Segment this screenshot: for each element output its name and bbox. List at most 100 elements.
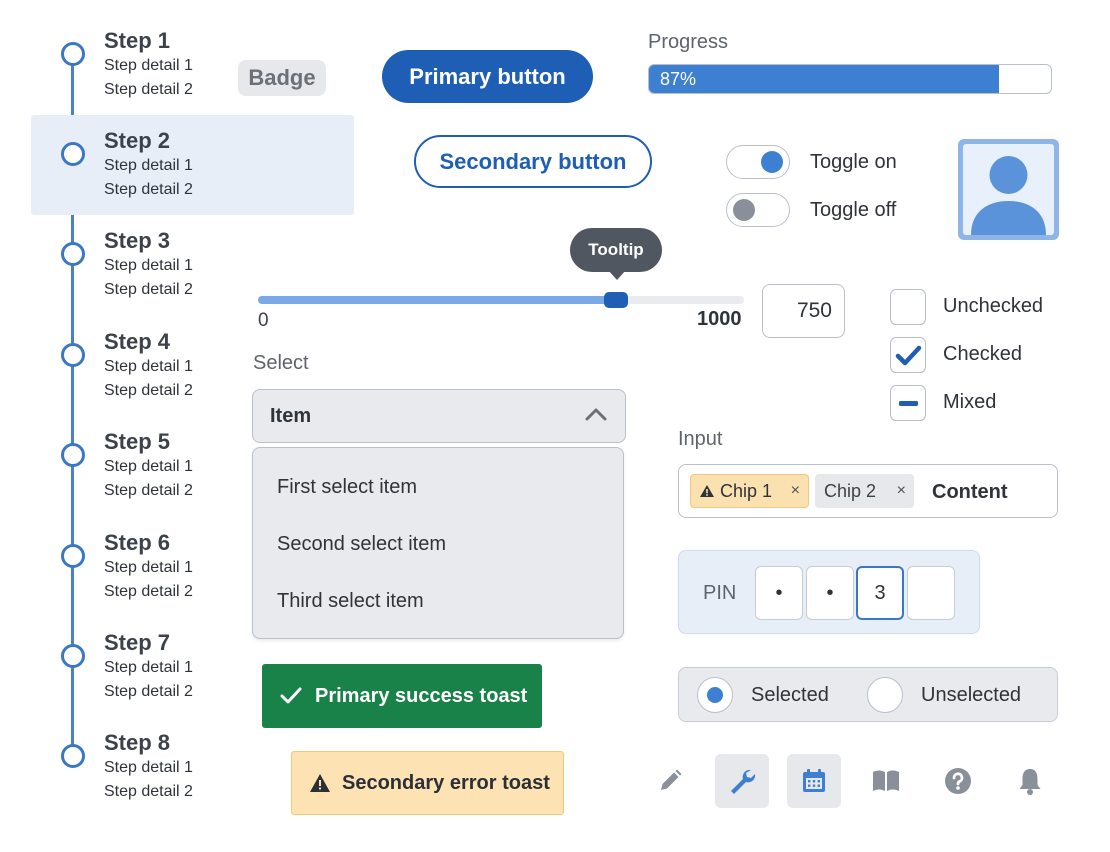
toggle-knob (733, 199, 755, 221)
close-icon[interactable]: × (897, 482, 906, 500)
select-option[interactable]: Second select item (277, 533, 446, 556)
slider-max-label: 1000 (697, 308, 742, 330)
check-icon (280, 687, 302, 704)
step-4-marker (61, 343, 85, 367)
slider-track[interactable] (258, 296, 744, 304)
pin-cell-focused[interactable]: 3 (856, 566, 904, 620)
step-detail: Step detail 1 (104, 458, 193, 475)
success-toast[interactable]: Primary success toast (262, 664, 542, 728)
step-1-marker (61, 42, 85, 66)
step-6-marker (61, 544, 85, 568)
avatar[interactable] (958, 139, 1059, 240)
checkbox-mixed-label: Mixed (943, 391, 997, 413)
select-option[interactable]: Third select item (277, 590, 424, 613)
chevron-up-icon (585, 408, 607, 421)
step-detail: Step detail 1 (104, 157, 193, 174)
step-detail: Step detail 2 (104, 382, 193, 399)
step-8-marker (61, 744, 85, 768)
slider-fill (258, 296, 623, 304)
step-title: Step 6 (104, 530, 171, 555)
step-detail: Step detail 2 (104, 583, 193, 600)
calendar-icon[interactable] (787, 754, 841, 808)
slider-min-label: 0 (258, 310, 269, 331)
step-detail: Step detail 2 (104, 281, 193, 298)
select-value: Item (270, 405, 312, 427)
help-icon[interactable] (931, 754, 985, 808)
tooltip-arrow (608, 270, 626, 280)
pin-cell[interactable] (907, 566, 955, 620)
toggle-off-label: Toggle off (810, 199, 897, 221)
step-detail: Step detail 1 (104, 759, 193, 776)
progress-value: 87% (660, 69, 697, 89)
step-detail: Step detail 1 (104, 358, 193, 375)
chip-label: Chip 1 (720, 480, 773, 501)
wrench-icon[interactable] (715, 754, 769, 808)
badge: Badge (238, 60, 326, 96)
toggle-off-switch[interactable] (726, 193, 790, 227)
step-title: Step 3 (104, 228, 171, 253)
step-detail: Step detail 1 (104, 659, 193, 676)
chip-2[interactable]: Chip 2 × (815, 474, 914, 508)
slider-value-input[interactable]: 750 (762, 284, 845, 338)
pin-cell[interactable]: • (755, 566, 803, 620)
select-option[interactable]: First select item (277, 476, 417, 499)
radio-dot (707, 687, 723, 703)
step-title: Step 4 (104, 329, 171, 354)
step-detail: Step detail 2 (104, 81, 193, 98)
radio-selected[interactable] (697, 677, 733, 713)
progress-fill (649, 65, 999, 93)
progress-label: Progress (648, 31, 729, 53)
pencil-icon[interactable] (643, 754, 697, 808)
chip-1[interactable]: Chip 1 × (690, 474, 809, 508)
close-icon[interactable]: × (791, 482, 800, 500)
chip-input-field[interactable]: Chip 1 × Chip 2 × Content (678, 464, 1058, 518)
slider-tooltip: Tooltip (570, 228, 662, 272)
checkbox-mixed[interactable] (890, 385, 926, 421)
checkmark-icon (895, 345, 922, 366)
step-detail: Step detail 2 (104, 482, 193, 499)
step-title: Step 7 (104, 630, 171, 655)
step-title: Step 8 (104, 730, 171, 755)
step-title: Step 1 (104, 28, 171, 53)
chip-label: Chip 2 (824, 480, 877, 501)
pin-label: PIN (703, 582, 737, 604)
input-text: Content (932, 481, 1008, 503)
checkbox-unchecked-label: Unchecked (943, 295, 1044, 317)
checkbox-checked[interactable] (890, 337, 926, 373)
step-7-marker (61, 644, 85, 668)
checkbox-checked-label: Checked (943, 343, 1022, 365)
select-label: Select (253, 352, 309, 374)
pin-cell[interactable]: • (806, 566, 854, 620)
pin-field: PIN • • 3 (678, 550, 980, 634)
warning-icon (310, 774, 330, 792)
step-detail: Step detail 1 (104, 257, 193, 274)
error-toast[interactable]: Secondary error toast (291, 751, 564, 815)
minus-icon (899, 401, 918, 406)
progress-bar: 87% (648, 64, 1052, 94)
step-3[interactable]: Step 3 Step detail 1 Step detail 2 (0, 228, 360, 341)
bell-icon[interactable] (1003, 754, 1057, 808)
toggle-on-label: Toggle on (810, 151, 897, 173)
book-icon[interactable] (859, 754, 913, 808)
secondary-button[interactable]: Secondary button (414, 135, 652, 188)
radio-selected-label: Selected (751, 684, 829, 706)
radio-group: Selected Unselected (678, 667, 1058, 722)
step-detail: Step detail 2 (104, 683, 193, 700)
toast-message: Primary success toast (315, 684, 528, 707)
step-detail: Step detail 2 (104, 783, 193, 800)
primary-button[interactable]: Primary button (382, 50, 593, 103)
step-3-marker (61, 242, 85, 266)
radio-unselected[interactable] (867, 677, 903, 713)
select-dropdown[interactable]: Item (252, 389, 626, 443)
step-detail: Step detail 1 (104, 559, 193, 576)
toggle-on-switch[interactable] (726, 145, 790, 179)
step-detail: Step detail 2 (104, 181, 193, 198)
step-detail: Step detail 1 (104, 57, 193, 74)
user-avatar-icon (963, 144, 1054, 235)
select-menu: First select item Second select item Thi… (252, 447, 624, 639)
step-5-marker (61, 443, 85, 467)
checkbox-unchecked[interactable] (890, 289, 926, 325)
step-2[interactable]: Step 2 Step detail 1 Step detail 2 (0, 115, 360, 241)
step-title: Step 5 (104, 429, 171, 454)
slider-thumb[interactable] (604, 292, 628, 308)
